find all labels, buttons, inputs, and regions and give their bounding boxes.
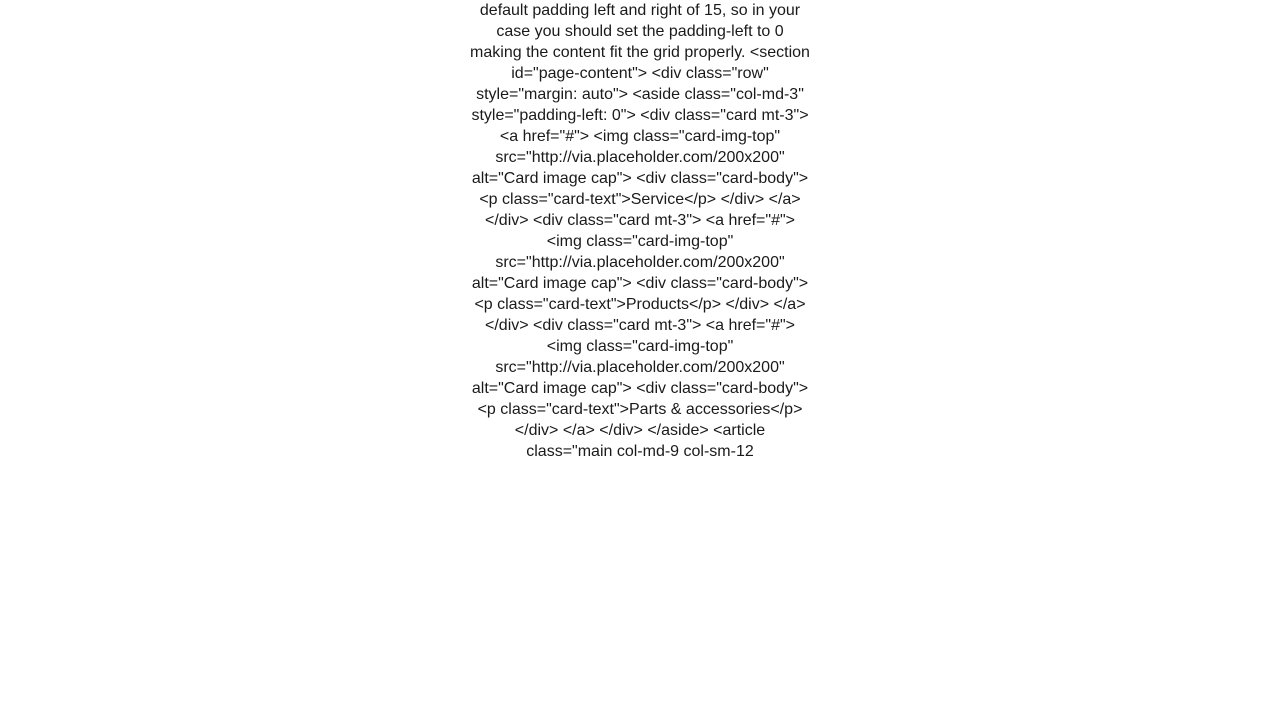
answer-text: default padding left and right of 15, so… bbox=[470, 0, 810, 462]
answer-body: default padding left and right of 15, so… bbox=[470, 0, 810, 462]
